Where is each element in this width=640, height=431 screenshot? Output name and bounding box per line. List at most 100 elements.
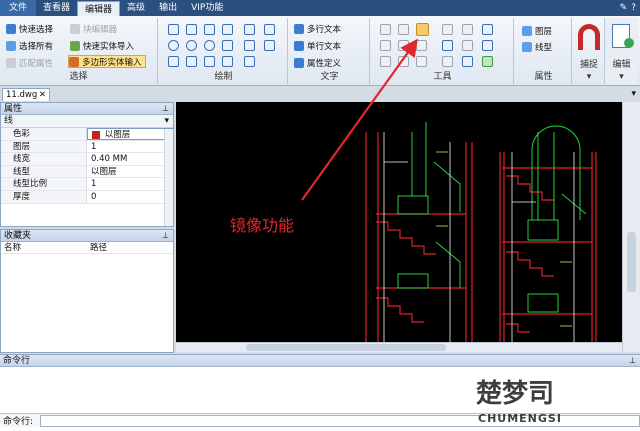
- match-properties-icon: [6, 57, 16, 68]
- linetype-icon: [522, 41, 532, 52]
- menu-bar: 文件 查看器 编辑器 高级 输出 VIP功能 ✎ ?: [0, 0, 640, 16]
- pin-icon[interactable]: ⊥: [162, 103, 169, 115]
- property-row-lineweight[interactable]: 线宽 0.40 MM: [1, 153, 173, 166]
- move-tool-icon[interactable]: [380, 24, 391, 35]
- offset-tool-icon[interactable]: [462, 24, 473, 35]
- annotation-text: 镜像功能: [230, 216, 295, 235]
- block-editor-button[interactable]: 块编辑器: [70, 22, 117, 35]
- rotate-tool-icon[interactable]: [398, 24, 409, 35]
- arc-tool-icon[interactable]: [204, 40, 215, 51]
- pin-icon[interactable]: ⊥: [629, 355, 636, 367]
- property-row-thickness[interactable]: 厚度 0: [1, 190, 173, 204]
- match-properties-button[interactable]: 匹配属性: [6, 56, 53, 69]
- linetype-button[interactable]: 线型: [522, 40, 552, 53]
- trim-tool-icon[interactable]: [442, 40, 453, 51]
- attribute-definition-button[interactable]: 属性定义: [294, 56, 341, 69]
- point-tool-icon[interactable]: [168, 56, 179, 67]
- fillet-tool-icon[interactable]: [482, 40, 493, 51]
- property-row-linetype[interactable]: 线型 以图层: [1, 165, 173, 179]
- ribbon-group-properties: 图层 线型 属性: [516, 18, 572, 84]
- layer-button[interactable]: 图层: [522, 24, 552, 37]
- pen-tool-icon[interactable]: [244, 40, 255, 51]
- entity-import-icon: [70, 40, 80, 51]
- spline-tool-icon[interactable]: [222, 24, 233, 35]
- properties-scrollbar[interactable]: [164, 129, 173, 226]
- snap-button[interactable]: 捕捉 ▾: [574, 18, 604, 84]
- join-tool-icon[interactable]: [416, 56, 427, 67]
- command-label: 命令行:: [3, 417, 34, 427]
- multiline-text-button[interactable]: 多行文本: [294, 22, 341, 35]
- select-all-icon: [6, 40, 16, 51]
- region-tool-icon[interactable]: [222, 56, 233, 67]
- layer-icon: [522, 25, 532, 36]
- horizontal-scrollbar[interactable]: [176, 342, 622, 352]
- property-row-color[interactable]: 色彩 以图层 ▾: [1, 128, 173, 141]
- menu-tab-file[interactable]: 文件: [0, 0, 37, 16]
- property-row-linetype-scale[interactable]: 线型比例 1: [1, 178, 173, 191]
- pin-icon[interactable]: ⊥: [162, 230, 169, 242]
- array-tool-icon[interactable]: [442, 24, 453, 35]
- menu-tab-advanced[interactable]: 高级: [120, 0, 152, 16]
- group-label-properties: 属性: [534, 72, 553, 82]
- grid-tool-icon[interactable]: [244, 56, 255, 67]
- single-line-text-button[interactable]: 单行文本: [294, 39, 341, 52]
- erase-tool-icon[interactable]: [380, 40, 391, 51]
- close-tab-icon[interactable]: ✕: [39, 89, 46, 101]
- ribbon: 快速选择 选择所有 匹配属性 块编辑器 快速实体导入 多边形实体输入 选择 绘制…: [0, 16, 640, 86]
- menu-tab-editor[interactable]: 编辑器: [77, 1, 121, 16]
- favorites-header: 名称 路径: [1, 242, 173, 254]
- stretch-tool-icon[interactable]: [416, 40, 427, 51]
- vertical-scrollbar[interactable]: [622, 102, 640, 352]
- single-line-text-icon: [294, 40, 304, 51]
- check-badge-icon: [624, 38, 634, 48]
- ribbon-group-select: 快速选择 选择所有 匹配属性 块编辑器 快速实体导入 多边形实体输入 选择: [0, 18, 158, 84]
- watermark-logo: 楚梦司 CHUMENGSI: [476, 379, 561, 425]
- tab-dropdown-icon[interactable]: ▾: [631, 89, 636, 99]
- dot-tool-icon[interactable]: [204, 56, 215, 67]
- favorites-panel-title: 收藏夹: [4, 231, 32, 241]
- cloud-tool-icon[interactable]: [222, 40, 233, 51]
- select-all-button[interactable]: 选择所有: [6, 39, 53, 52]
- quick-select-button[interactable]: 快速选择: [6, 22, 53, 35]
- help-icon[interactable]: ?: [631, 3, 636, 13]
- chamfer-tool-icon[interactable]: [380, 56, 391, 67]
- scale-tool-icon[interactable]: [398, 40, 409, 51]
- properties-panel: 属性 ⊥ 线 ▾ 色彩 以图层 ▾ 图层 1 线宽 0.40 MM 线型 以图层…: [0, 102, 174, 227]
- property-row-layer[interactable]: 图层 1: [1, 140, 173, 154]
- copy-tool-icon[interactable]: [482, 24, 493, 35]
- measure-tool-icon[interactable]: [462, 56, 473, 67]
- quick-select-icon: [6, 23, 16, 34]
- command-panel-title: 命令行: [3, 356, 31, 366]
- explode-tool-icon[interactable]: [442, 56, 453, 67]
- mirror-tool-icon[interactable]: [416, 23, 429, 36]
- menu-tab-viewer[interactable]: 查看器: [36, 0, 77, 16]
- document-tab[interactable]: 11.dwg ✕: [2, 88, 50, 101]
- menu-tab-vip[interactable]: VIP功能: [184, 0, 230, 16]
- group-label-tools: 工具: [433, 72, 452, 82]
- column-path[interactable]: 路径: [87, 242, 173, 253]
- column-name[interactable]: 名称: [1, 242, 87, 253]
- break-tool-icon[interactable]: [398, 56, 409, 67]
- hatch-tool-icon[interactable]: [186, 56, 197, 67]
- menu-tab-output[interactable]: 输出: [152, 0, 184, 16]
- polyline-tool-icon[interactable]: [186, 24, 197, 35]
- recycle-tool-icon[interactable]: [482, 56, 493, 67]
- extend-tool-icon[interactable]: [462, 40, 473, 51]
- brush-icon[interactable]: ✎: [620, 3, 628, 13]
- multiline-text-icon: [294, 23, 304, 34]
- circle-tool-icon[interactable]: [168, 40, 179, 51]
- polygon-entity-input-button[interactable]: 多边形实体输入: [68, 55, 146, 68]
- edit-button[interactable]: 编辑 ▾: [604, 18, 638, 84]
- group-label-select: 选择: [69, 72, 88, 82]
- image-tool-icon[interactable]: [264, 40, 275, 51]
- insert-tool-icon[interactable]: [264, 24, 275, 35]
- line-tool-icon[interactable]: [168, 24, 179, 35]
- ribbon-group-tools: 工具: [372, 18, 514, 84]
- entity-type-select[interactable]: 线 ▾: [1, 115, 173, 128]
- chevron-down-icon: ▾: [164, 116, 169, 126]
- ellipse-tool-icon[interactable]: [186, 40, 197, 51]
- quick-entity-import-button[interactable]: 快速实体导入: [70, 39, 134, 52]
- rectangle-tool-icon[interactable]: [204, 24, 215, 35]
- favorites-panel: 收藏夹 ⊥ 名称 路径: [0, 229, 174, 353]
- curve-tool-icon[interactable]: [244, 24, 255, 35]
